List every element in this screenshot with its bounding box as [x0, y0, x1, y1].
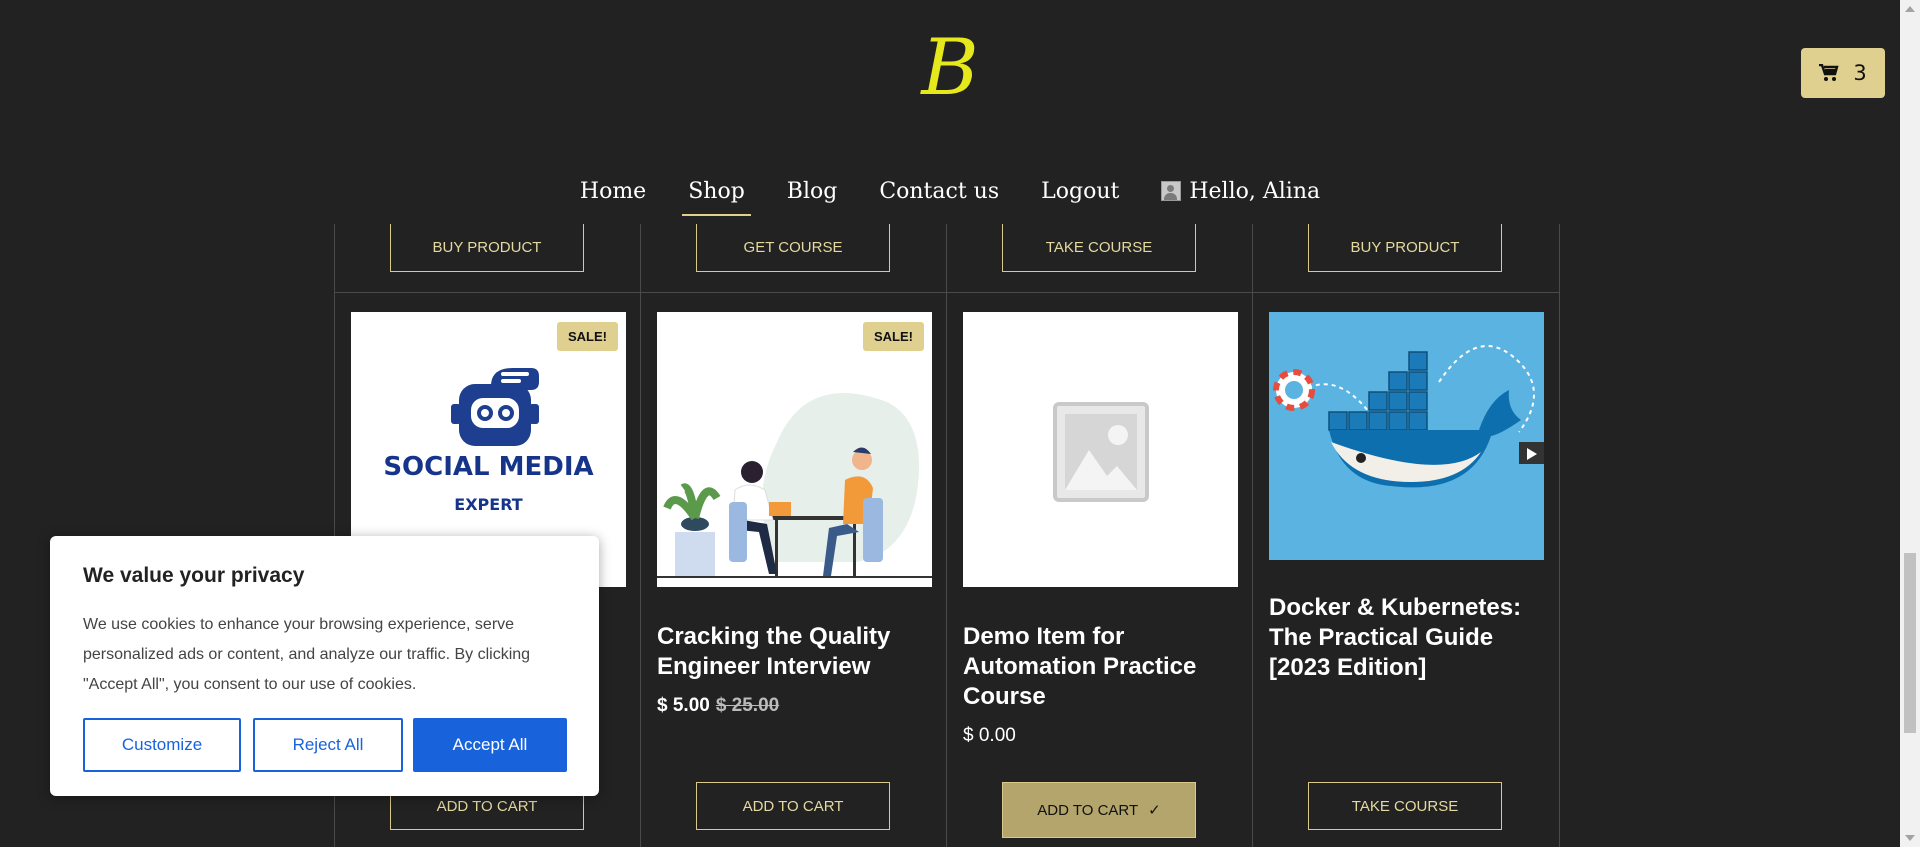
get-course-button[interactable]: GET COURSE — [696, 224, 890, 272]
image-placeholder-icon — [1053, 402, 1149, 502]
price-old: $ 25.00 — [715, 695, 780, 716]
nav-contact[interactable]: Contact us — [873, 173, 1005, 216]
accept-all-button[interactable]: Accept All — [413, 718, 567, 772]
grid-divider — [640, 224, 641, 847]
take-course-button[interactable]: TAKE COURSE — [1308, 782, 1502, 830]
buy-product-button[interactable]: BUY PRODUCT — [1308, 224, 1502, 272]
sale-badge: SALE! — [863, 322, 924, 351]
grid-divider — [1252, 224, 1253, 847]
take-course-button[interactable]: TAKE COURSE — [1002, 224, 1196, 272]
product-title[interactable]: Docker & Kubernetes: The Practical Guide… — [1269, 593, 1549, 683]
user-avatar-icon — [1161, 181, 1182, 201]
product-title[interactable]: Demo Item for Automation Practice Course — [963, 622, 1243, 712]
nav-home[interactable]: Home — [574, 173, 652, 216]
button-label: ADD TO CART — [1037, 801, 1139, 819]
check-icon: ✓ — [1148, 801, 1161, 819]
buy-product-button[interactable]: BUY PRODUCT — [390, 224, 584, 272]
nav-blog[interactable]: Blog — [781, 173, 844, 216]
scroll-thumb[interactable] — [1904, 553, 1916, 733]
cookie-title: We value your privacy — [83, 564, 305, 587]
nav-user[interactable]: Hello, Alina — [1155, 173, 1326, 216]
nav-shop[interactable]: Shop — [682, 173, 751, 216]
page-scrollbar[interactable] — [1900, 0, 1920, 847]
cookie-text: We use cookies to enhance your browsing … — [83, 616, 531, 693]
price-current: $ 0.00 — [963, 725, 1016, 746]
grid-divider — [1559, 224, 1560, 847]
scroll-up-icon[interactable] — [1905, 6, 1915, 12]
product-image-placeholder[interactable] — [963, 312, 1238, 587]
docker-whale-icon — [1273, 345, 1544, 488]
image-text: EXPERT — [454, 495, 523, 514]
image-text: SOCIAL MEDIA — [383, 452, 594, 482]
main-nav: Home Shop Blog Contact us Logout Hello, … — [0, 172, 1900, 216]
product-image-interview[interactable]: SALE! — [657, 312, 932, 587]
price-current: $ 5.00 — [657, 695, 710, 716]
reject-all-button[interactable]: Reject All — [253, 718, 403, 772]
product-price: $ 5.00 $ 25.00 — [657, 695, 779, 717]
customize-button[interactable]: Customize — [83, 718, 241, 772]
product-price: $ 0.00 — [963, 725, 1016, 747]
user-greeting: Hello, Alina — [1189, 178, 1321, 204]
grid-row-divider — [334, 292, 1560, 293]
cart-icon — [1819, 64, 1839, 81]
add-to-cart-button-added[interactable]: ADD TO CART ✓ — [1002, 782, 1196, 838]
interview-illustration-icon — [657, 393, 932, 578]
add-to-cart-button[interactable]: ADD TO CART — [696, 782, 890, 830]
cart-button[interactable]: 3 — [1801, 48, 1885, 98]
cookie-consent-dialog: We value your privacy We use cookies to … — [50, 536, 599, 796]
scroll-down-icon[interactable] — [1905, 835, 1915, 841]
product-title[interactable]: Cracking the Quality Engineer Interview — [657, 622, 937, 682]
nav-logout[interactable]: Logout — [1035, 173, 1125, 216]
sale-badge: SALE! — [557, 322, 618, 351]
site-logo[interactable]: B — [915, 28, 985, 108]
product-image-docker[interactable] — [1269, 312, 1544, 560]
grid-divider — [946, 224, 947, 847]
cart-count: 3 — [1853, 61, 1867, 85]
